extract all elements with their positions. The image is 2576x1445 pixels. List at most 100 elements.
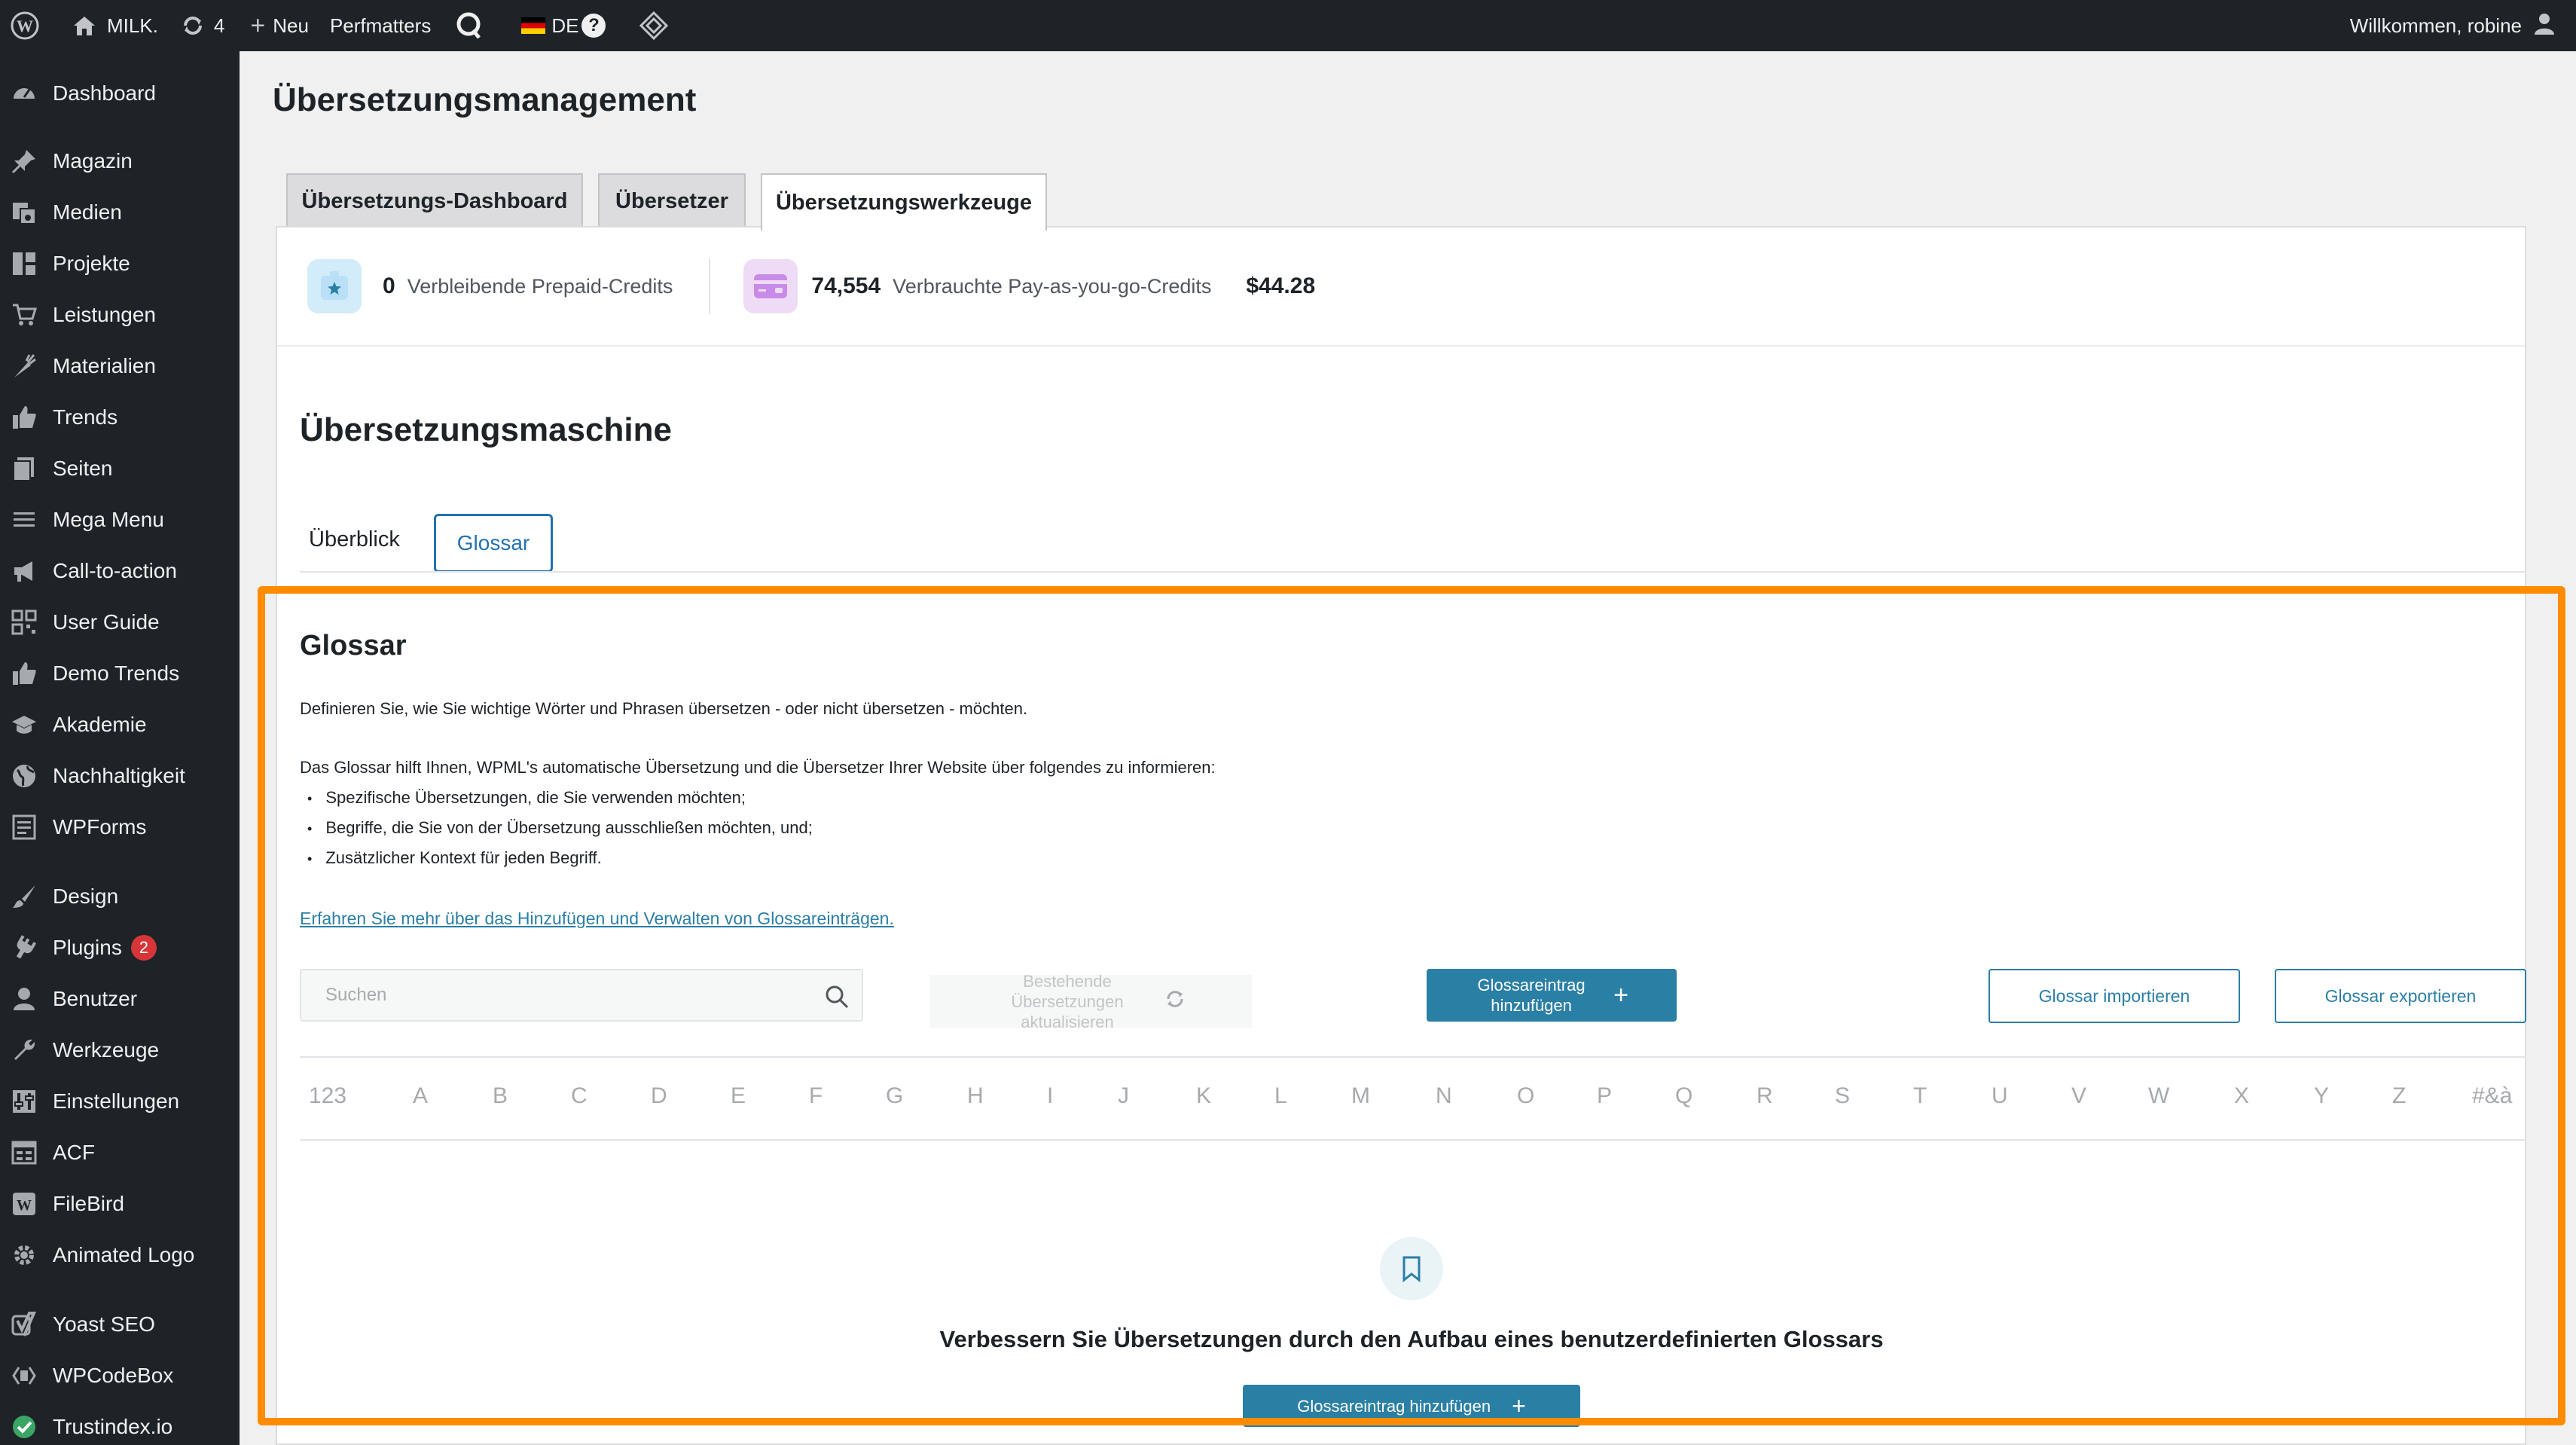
letter-filter[interactable]: X	[2234, 1083, 2249, 1109]
forms-icon	[11, 814, 38, 841]
letter-filter[interactable]: Q	[1675, 1083, 1692, 1109]
dashboard-icon	[11, 80, 38, 107]
refresh-translations-button[interactable]: Bestehende Übersetzungen aktualisieren	[929, 972, 1252, 1031]
sidebar-item-nachhaltigkeit[interactable]: Nachhaltigkeit	[0, 753, 240, 799]
letter-filter[interactable]: W	[2148, 1083, 2169, 1109]
import-glossary-button[interactable]: Glossar importieren	[1988, 969, 2240, 1023]
admin-bar: W MILK. 4 + Neu Perfmatters DE ? Willkom…	[0, 0, 2576, 51]
sidebar-item-wpcodebox[interactable]: WPCodeBox	[0, 1353, 240, 1398]
plugins-update-badge: 2	[130, 935, 157, 961]
letter-filter[interactable]: E	[731, 1083, 746, 1109]
graduation-cap-icon	[11, 711, 38, 738]
sidebar-item-leistungen[interactable]: Leistungen	[0, 292, 240, 338]
credits-divider	[709, 258, 711, 314]
sidebar-item-design[interactable]: Design	[0, 874, 240, 919]
sidebar-item-trustindex[interactable]: Trustindex.io	[0, 1404, 240, 1445]
sidebar-item-seiten[interactable]: Seiten	[0, 446, 240, 491]
sidebar-item-mega-menu[interactable]: Mega Menu	[0, 497, 240, 542]
sidebar-item-materialien[interactable]: Materialien	[0, 344, 240, 389]
sidebar-item-benutzer[interactable]: Benutzer	[0, 976, 240, 1022]
sidebar-item-magazin[interactable]: Magazin	[0, 139, 240, 184]
brush-icon	[11, 883, 38, 910]
payg-credits-label: Verbrauchte Pay-as-you-go-Credits	[893, 274, 1212, 298]
glossary-search-input[interactable]: Suchen	[300, 969, 863, 1022]
sidebar-item-akademie[interactable]: Akademie	[0, 702, 240, 747]
letter-filter[interactable]: H	[967, 1083, 984, 1109]
sidebar-item-acf[interactable]: ACF	[0, 1130, 240, 1175]
q-plugin-icon[interactable]	[441, 0, 496, 51]
payg-credits-value: 74,554	[811, 273, 881, 298]
sidebar-item-wpforms[interactable]: WPForms	[0, 805, 240, 850]
filter-divider-top	[300, 1056, 2526, 1058]
language-switcher[interactable]: DE ?	[496, 0, 616, 51]
pin-icon	[11, 148, 38, 175]
letter-filter[interactable]: M	[1351, 1083, 1370, 1109]
search-icon[interactable]	[824, 984, 850, 1015]
tab-translators[interactable]: Übersetzer	[598, 173, 746, 228]
letter-filter[interactable]: 123	[309, 1083, 346, 1109]
sidebar-item-filebird[interactable]: W FileBird	[0, 1181, 240, 1227]
sidebar-item-einstellungen[interactable]: Einstellungen	[0, 1079, 240, 1124]
qr-icon	[11, 609, 38, 636]
bookmark-icon	[1380, 1237, 1443, 1300]
tab-translation-tools[interactable]: Übersetzungswerkzeuge	[761, 173, 1047, 231]
page-title: Übersetzungsmanagement	[273, 81, 697, 118]
account-menu[interactable]: Willkommen, robine	[2350, 11, 2576, 41]
letter-filter[interactable]: J	[1118, 1083, 1129, 1109]
glossary-bullet: Zusätzlicher Kontext für jeden Begriff.	[307, 848, 601, 868]
export-glossary-button[interactable]: Glossar exportieren	[2275, 969, 2526, 1023]
letter-filter[interactable]: U	[1992, 1083, 2008, 1109]
letter-filter[interactable]: R	[1757, 1083, 1773, 1109]
updates-link[interactable]: 4	[169, 0, 235, 51]
subtab-glossary[interactable]: Glossar	[434, 514, 553, 573]
letter-filter[interactable]: G	[886, 1083, 903, 1109]
letter-filter[interactable]: D	[651, 1083, 667, 1109]
thumbs-up-icon	[11, 660, 38, 687]
sidebar-item-projekte[interactable]: Projekte	[0, 241, 240, 286]
letter-filter[interactable]: #&à	[2472, 1083, 2512, 1109]
letter-filter[interactable]: O	[1517, 1083, 1534, 1109]
add-glossary-entry-button[interactable]: Glossareintrag hinzufügen +	[1427, 969, 1677, 1022]
sidebar-item-werkzeuge[interactable]: Werkzeuge	[0, 1028, 240, 1073]
letter-filter[interactable]: F	[809, 1083, 823, 1109]
letter-filter[interactable]: C	[571, 1083, 588, 1109]
subtab-overview[interactable]: Überblick	[309, 527, 400, 552]
sidebar-item-animated-logo[interactable]: Animated Logo	[0, 1233, 240, 1278]
diamond-plugin-icon[interactable]	[616, 0, 679, 51]
sidebar-item-trends[interactable]: Trends	[0, 395, 240, 440]
glossary-title: Glossar	[300, 630, 407, 661]
letter-filter[interactable]: V	[2071, 1083, 2086, 1109]
letter-filter[interactable]: T	[1913, 1083, 1927, 1109]
menu-icon	[11, 506, 38, 533]
letter-filter[interactable]: L	[1274, 1083, 1287, 1109]
letter-filter[interactable]: Y	[2314, 1083, 2329, 1109]
sidebar-item-demo-trends[interactable]: Demo Trends	[0, 651, 240, 696]
letter-filter[interactable]: B	[493, 1083, 508, 1109]
plugin-icon	[11, 934, 38, 961]
sidebar-item-medien[interactable]: Medien	[0, 190, 240, 235]
gear-icon	[11, 1242, 38, 1269]
letter-filter[interactable]: N	[1436, 1083, 1452, 1109]
sidebar-item-user-guide[interactable]: User Guide	[0, 600, 240, 645]
glossary-bullet: Begriffe, die Sie von der Übersetzung au…	[307, 818, 813, 838]
cart-icon	[11, 301, 38, 328]
new-content-link[interactable]: + Neu	[235, 0, 319, 51]
letter-filter[interactable]: S	[1835, 1083, 1850, 1109]
subtab-divider	[300, 571, 2526, 573]
empty-state-add-button[interactable]: Glossareintrag hinzufügen +	[1243, 1385, 1580, 1427]
letter-filter[interactable]: I	[1047, 1083, 1053, 1109]
sidebar-item-dashboard[interactable]: Dashboard	[0, 71, 240, 116]
perfmatters-link[interactable]: Perfmatters	[319, 0, 441, 51]
tab-translation-dashboard[interactable]: Übersetzungs-Dashboard	[286, 173, 583, 228]
letter-filter[interactable]: P	[1597, 1083, 1612, 1109]
glossary-learn-more-link[interactable]: Erfahren Sie mehr über das Hinzufügen un…	[300, 909, 894, 929]
wordpress-logo-icon[interactable]: W	[0, 0, 50, 51]
letter-filter[interactable]: Z	[2392, 1083, 2406, 1109]
refresh-icon	[1164, 988, 1186, 1014]
letter-filter[interactable]: A	[413, 1083, 428, 1109]
sidebar-item-plugins[interactable]: Plugins 2	[0, 925, 240, 970]
letter-filter[interactable]: K	[1196, 1083, 1211, 1109]
sidebar-item-call-to-action[interactable]: Call-to-action	[0, 548, 240, 594]
site-name-link[interactable]: MILK.	[50, 0, 169, 51]
help-icon[interactable]: ?	[581, 14, 606, 38]
